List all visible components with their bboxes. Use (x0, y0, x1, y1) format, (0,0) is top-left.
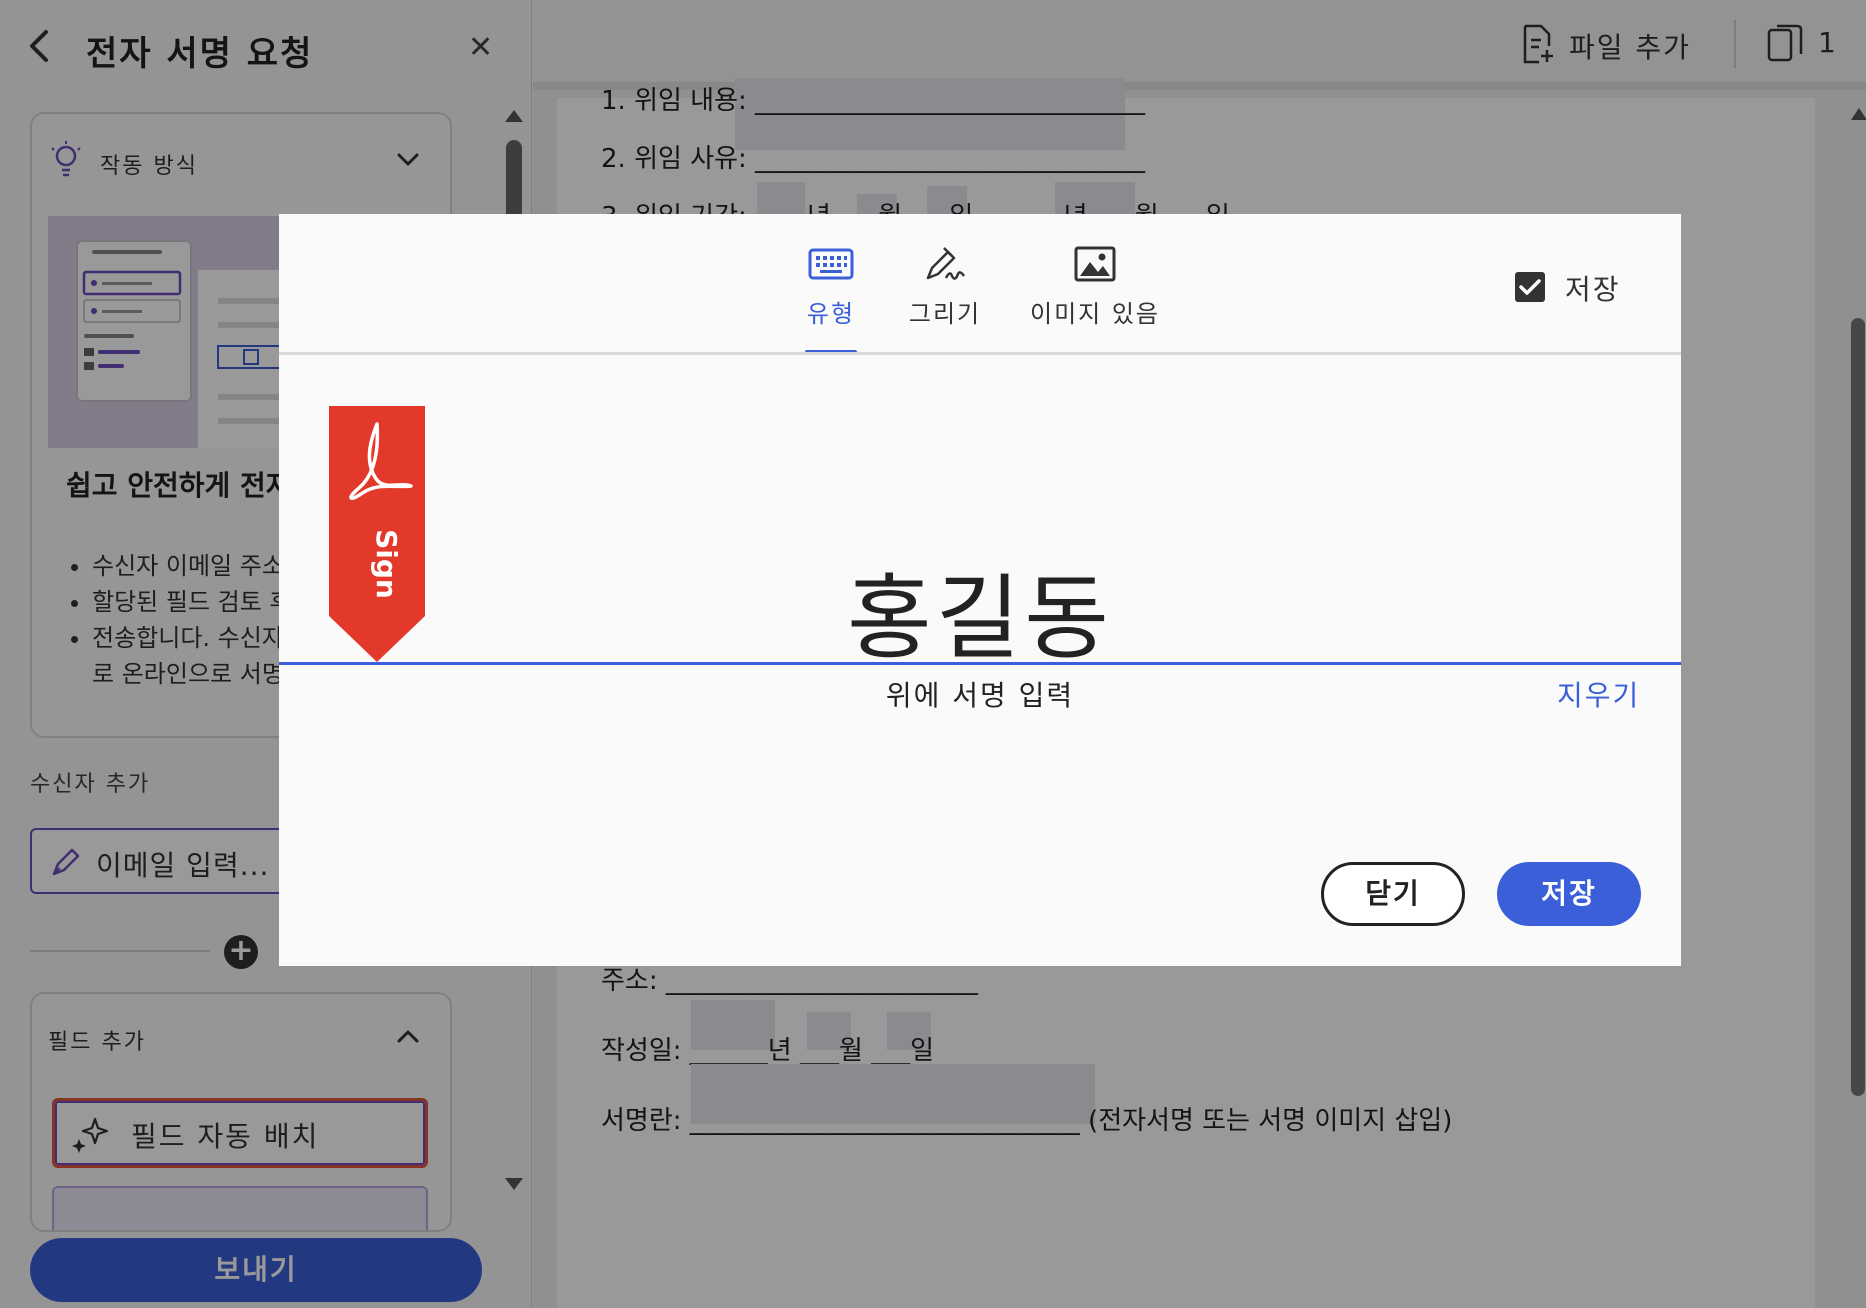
tab-type-label: 유형 (806, 300, 856, 328)
signature-baseline (279, 662, 1681, 665)
save-button[interactable]: 저장 (1497, 862, 1641, 926)
tab-type[interactable]: 유형 (787, 244, 875, 329)
tab-draw-label: 그리기 (908, 300, 982, 328)
tab-draw[interactable]: 그리기 (895, 244, 995, 329)
signature-hint: 위에 서명 입력 (885, 679, 1075, 712)
signature-text[interactable]: 홍길동 (279, 544, 1681, 677)
clear-signature-link[interactable]: 지우기 (1557, 674, 1640, 714)
save-signature-label: 저장 (1565, 273, 1621, 306)
tab-image[interactable]: 이미지 있음 (1025, 244, 1165, 329)
image-icon (1074, 246, 1116, 282)
close-button[interactable]: 닫기 (1321, 862, 1465, 926)
checkmark-icon (1519, 279, 1541, 295)
tab-image-label: 이미지 있음 (1029, 300, 1161, 328)
signature-dialog: 유형 그리기 이미지 있음 저장 Sign 홍길동 위에 서명 입력 지우기 닫… (279, 214, 1681, 966)
keyboard-icon (808, 248, 854, 280)
pen-draw-icon (926, 247, 966, 280)
save-signature-checkbox[interactable] (1515, 272, 1545, 302)
tabs-separator (279, 352, 1681, 355)
